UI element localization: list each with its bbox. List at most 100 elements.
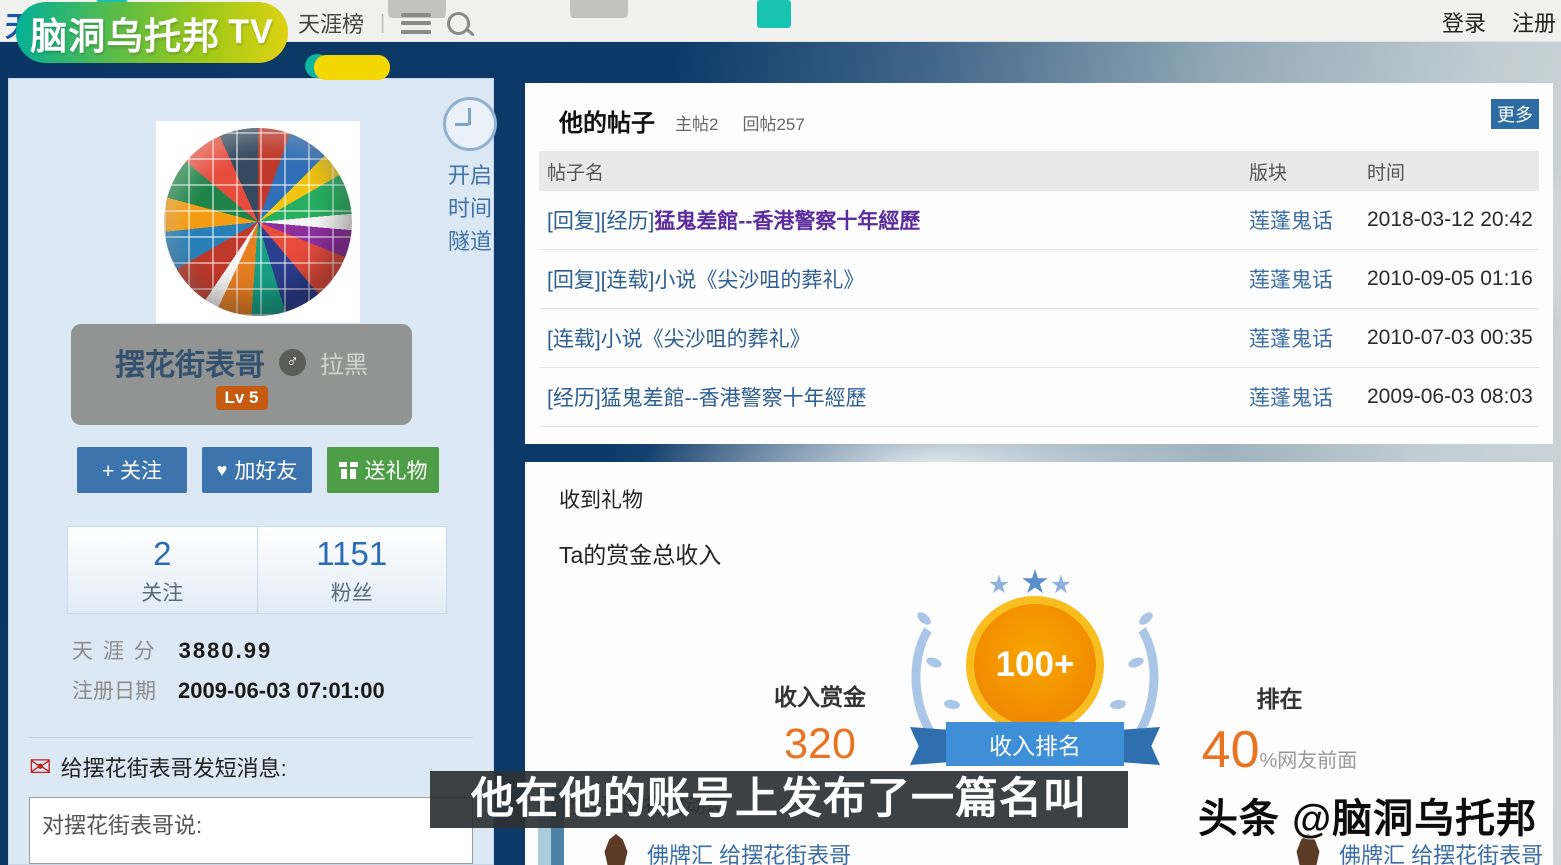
- posts-header: 他的帖子 主帖2 回帖257 更多: [525, 83, 1553, 151]
- ribbon-label: 收入排名: [946, 722, 1124, 766]
- followers-stat[interactable]: 1151 粉丝: [258, 527, 447, 613]
- video-subtitle: 他在他的账号上发布了一篇名叫: [430, 771, 1128, 828]
- level-badge: Lv 5: [215, 386, 267, 410]
- posts-counts: 主帖2 回帖257: [675, 110, 805, 135]
- table-row: [回复][连载]小说《尖沙咀的葬礼》 莲蓬鬼话 2010-09-05 01:16: [539, 250, 1539, 309]
- message-input[interactable]: [29, 797, 473, 864]
- nav-tianya-rank[interactable]: 天涯榜: [298, 7, 364, 39]
- more-button[interactable]: 更多: [1491, 99, 1539, 129]
- medal-value: 100+: [966, 596, 1104, 734]
- score-value: 3880.99: [179, 638, 273, 664]
- follow-stats: 2 关注 1151 粉丝: [67, 526, 447, 614]
- rank-label: 排在: [1187, 680, 1372, 714]
- gift-feed-link[interactable]: 佛牌汇 给摆花街表哥: [647, 834, 851, 865]
- income-stat: 收入赏金 320: [740, 678, 900, 769]
- followers-label: 粉丝: [258, 577, 447, 607]
- post-link[interactable]: 猛鬼差館--香港警察十年經歷: [601, 387, 867, 410]
- login-link[interactable]: 登录: [1442, 6, 1486, 38]
- income-value: 320: [740, 720, 900, 769]
- bounty-income-subtitle: Ta的赏金总收入: [559, 536, 721, 570]
- post-link-prefix[interactable]: [回复][经历]: [547, 210, 654, 233]
- registration-label: 注册日期: [72, 675, 156, 705]
- register-link[interactable]: 注册: [1512, 6, 1556, 38]
- followers-count: 1151: [258, 535, 447, 573]
- block-user-button[interactable]: 拉黑: [320, 345, 368, 380]
- rank-suffix: %网友前面: [1260, 750, 1358, 772]
- nav-separator: |: [380, 12, 385, 35]
- avatar[interactable]: [156, 121, 360, 323]
- board-link[interactable]: 莲蓬鬼话: [1249, 264, 1367, 294]
- logo-decoration: [314, 55, 390, 80]
- envelope-icon: ✉: [29, 754, 52, 781]
- post-link-prefix[interactable]: [经历]: [547, 387, 601, 410]
- menu-icon[interactable]: [401, 13, 431, 34]
- income-label: 收入赏金: [740, 678, 900, 712]
- send-gift-button[interactable]: 送礼物: [327, 447, 439, 493]
- registration-value: 2009-06-03 07:01:00: [178, 678, 385, 704]
- column-board: 版块: [1249, 158, 1367, 185]
- following-stat[interactable]: 2 关注: [68, 527, 258, 613]
- channel-logo: 脑洞乌托邦 TV: [16, 2, 288, 63]
- message-header: ✉ 给摆花街表哥发短消息:: [29, 751, 287, 783]
- post-time: 2010-07-03 00:35: [1367, 326, 1539, 350]
- reply-post-count: 回帖257: [742, 110, 804, 135]
- table-row: [经历]猛鬼差館--香港警察十年經歷 莲蓬鬼话 2009-06-03 08:03: [539, 368, 1539, 427]
- divider: [29, 737, 473, 738]
- medal-ribbon: 收入排名: [910, 722, 1160, 768]
- auth-links: 登录 注册: [1442, 6, 1556, 38]
- time-tunnel-label[interactable]: 开启时间隧道: [441, 159, 499, 258]
- table-row: [连载]小说《尖沙咀的葬礼》 莲蓬鬼话 2010-07-03 00:35: [539, 309, 1539, 368]
- income-rank-medal: ★★★ 100+ 收入排名: [910, 562, 1160, 777]
- table-row: [回复][经历]猛鬼差館--香港警察十年經歷 莲蓬鬼话 2018-03-12 2…: [539, 191, 1539, 250]
- name-plate: 摆花街表哥 ♂ 拉黑 Lv 5: [71, 324, 412, 425]
- heart-icon: ♥: [217, 460, 228, 481]
- main-post-count: 主帖2: [675, 110, 718, 135]
- add-friend-label: 加好友: [234, 455, 297, 485]
- following-label: 关注: [68, 577, 257, 607]
- column-time: 时间: [1367, 158, 1539, 185]
- score-label: 天 涯 分: [72, 635, 157, 665]
- post-link[interactable]: 小说《尖沙咀的葬礼》: [654, 269, 864, 292]
- tianya-score-row: 天 涯 分 3880.99: [72, 635, 272, 665]
- post-link[interactable]: 小说《尖沙咀的葬礼》: [601, 328, 811, 351]
- board-link[interactable]: 莲蓬鬼话: [1249, 382, 1367, 412]
- channel-logo-text: 脑洞乌托邦: [30, 6, 220, 60]
- post-link-prefix[interactable]: [连载]: [547, 328, 601, 351]
- board-link[interactable]: 莲蓬鬼话: [1249, 205, 1367, 235]
- rank-stat: 排在 40%网友前面: [1187, 680, 1372, 780]
- posts-table: 帖子名 版块 时间 [回复][经历]猛鬼差館--香港警察十年經歷 莲蓬鬼话 20…: [539, 151, 1539, 427]
- time-tunnel-widget[interactable]: 开启时间隧道: [441, 97, 499, 258]
- message-header-label: 给摆花街表哥发短消息:: [61, 751, 287, 783]
- follow-button[interactable]: + 关注: [77, 447, 187, 493]
- toutiao-watermark: 头条 @脑洞乌托邦: [1198, 786, 1558, 844]
- clock-icon[interactable]: [443, 97, 497, 151]
- posts-title: 他的帖子: [559, 103, 655, 138]
- gifts-title: 收到礼物: [559, 484, 643, 514]
- post-time: 2009-06-03 08:03: [1367, 385, 1539, 409]
- post-time: 2018-03-12 20:42: [1367, 208, 1539, 232]
- registration-date-row: 注册日期 2009-06-03 07:01:00: [72, 675, 385, 705]
- username: 摆花街表哥: [115, 340, 265, 384]
- posts-panel: 他的帖子 主帖2 回帖257 更多 帖子名 版块 时间 [回复][经历]猛鬼差館…: [525, 83, 1553, 444]
- post-link[interactable]: 猛鬼差館--香港警察十年經歷: [654, 210, 920, 233]
- channel-logo-suffix: TV: [228, 13, 273, 52]
- logo-decoration: [757, 0, 791, 28]
- gift-icon: [339, 462, 358, 479]
- flag-globe-avatar-image: [164, 128, 352, 316]
- board-link[interactable]: 莲蓬鬼话: [1249, 323, 1367, 353]
- post-link-prefix[interactable]: [回复][连载]: [547, 269, 654, 292]
- profile-panel: 开启时间隧道 摆花街表哥 ♂ 拉黑 Lv 5 + 关注 ♥ 加好友 送礼物: [8, 78, 494, 865]
- list-item: 佛牌汇 给摆花街表哥: [603, 834, 851, 865]
- male-gender-icon: ♂: [279, 349, 306, 376]
- rank-value: 40: [1202, 721, 1260, 779]
- clipped-nav-fragment: [570, 0, 628, 18]
- amulet-icon: [603, 834, 629, 865]
- post-time: 2010-09-05 01:16: [1367, 267, 1539, 291]
- column-post-name: 帖子名: [539, 158, 1249, 185]
- nav-group: 天涯榜 |: [298, 7, 470, 39]
- posts-table-header: 帖子名 版块 时间: [539, 151, 1539, 191]
- add-friend-button[interactable]: ♥ 加好友: [202, 447, 312, 493]
- send-gift-label: 送礼物: [365, 455, 428, 485]
- page: 天 天涯榜 | 登录 注册 脑洞乌托邦 TV 开启时间隧道 摆花: [0, 0, 1561, 865]
- search-icon[interactable]: [447, 12, 470, 35]
